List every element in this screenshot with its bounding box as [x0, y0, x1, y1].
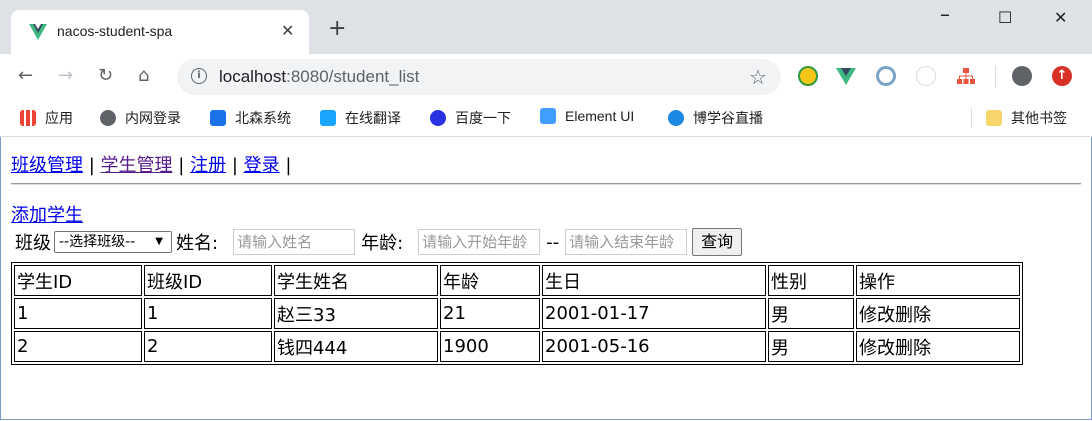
vue-devtools-icon[interactable]	[836, 66, 856, 86]
nav-separator: |	[285, 155, 292, 176]
header-class-id: 班级ID	[144, 265, 272, 296]
class-select[interactable]: --选择班级-- ▼	[54, 231, 172, 253]
sitemap-icon[interactable]	[956, 66, 976, 86]
header-actions: 操作	[856, 265, 1020, 296]
reload-icon[interactable]: ↻	[98, 66, 113, 86]
bookmark-translate[interactable]: 在线翻译	[320, 108, 401, 128]
header-student-name: 学生姓名	[274, 265, 438, 296]
filter-bar: 班级 --选择班级-- ▼ 姓名: 请输入姓名 年龄: 请输入开始年龄 -- 请…	[15, 228, 743, 256]
cell-class-id: 2	[144, 331, 272, 362]
name-input[interactable]: 请输入姓名	[233, 229, 356, 255]
bookmark-divider	[971, 108, 972, 128]
nav-class-management[interactable]: 班级管理	[11, 155, 83, 176]
header-gender: 性别	[768, 265, 854, 296]
age-start-input[interactable]: 请输入开始年龄	[418, 229, 541, 255]
edit-link[interactable]: 修改	[859, 338, 895, 359]
tab-close-icon[interactable]: ✕	[281, 21, 294, 40]
top-nav: 班级管理 | 学生管理 | 注册 | 登录 |	[11, 151, 291, 177]
add-student-link[interactable]: 添加学生	[11, 201, 83, 227]
age-end-input[interactable]: 请输入结束年龄	[565, 229, 688, 255]
info-icon[interactable]: i	[191, 68, 207, 84]
name-label: 姓名:	[176, 233, 219, 254]
header-age: 年龄	[440, 265, 540, 296]
element-ui-icon	[540, 108, 556, 124]
bookmark-intranet[interactable]: 内网登录	[100, 108, 181, 128]
delete-link[interactable]: 删除	[895, 305, 931, 326]
extension-ring-icon[interactable]	[876, 66, 896, 86]
nav-separator: |	[231, 155, 238, 176]
nav-register[interactable]: 注册	[190, 155, 226, 176]
close-window-icon[interactable]: ✕	[1054, 8, 1067, 27]
header-student-id: 学生ID	[14, 265, 142, 296]
age-label: 年龄:	[361, 233, 404, 254]
info-bookmark-icon	[210, 110, 226, 126]
delete-link[interactable]: 删除	[895, 338, 931, 359]
forward-icon[interactable]: →	[58, 66, 73, 86]
age-range-dash: --	[546, 231, 560, 253]
table-row: 1 1 赵三33 21 2001-01-17 男 修改删除	[14, 298, 1020, 329]
maximize-icon[interactable]: ☐	[998, 8, 1012, 27]
cell-student-name: 赵三33	[274, 298, 438, 329]
tab-title: nacos-student-spa	[57, 23, 173, 39]
react-devtools-icon[interactable]	[916, 66, 936, 86]
nav-separator: |	[178, 155, 185, 176]
cell-actions: 修改删除	[856, 298, 1020, 329]
cell-student-id: 1	[14, 298, 142, 329]
baidu-paw-icon	[430, 110, 446, 126]
url-text: localhost:8080/student_list	[219, 67, 420, 86]
browser-toolbar: ← → ↻ ⌂ i localhost:8080/student_list ☆ …	[0, 54, 1092, 100]
folder-icon	[986, 110, 1002, 126]
student-table: 学生ID 班级ID 学生姓名 年龄 生日 性别 操作 1 1 赵三33 21 2…	[11, 262, 1023, 365]
bookmark-star-icon[interactable]: ☆	[749, 65, 767, 89]
bookmark-beisen[interactable]: 北森系统	[210, 108, 291, 128]
cell-student-id: 2	[14, 331, 142, 362]
minimize-icon[interactable]: –	[940, 2, 950, 26]
browser-tab[interactable]: nacos-student-spa ✕	[11, 10, 309, 54]
bookmark-boxuegu[interactable]: 博学谷直播	[668, 108, 763, 128]
nav-login[interactable]: 登录	[244, 155, 280, 176]
update-icon[interactable]: ↑	[1052, 66, 1072, 86]
globe-icon	[100, 110, 116, 126]
tab-strip: nacos-student-spa ✕ + – ☐ ✕	[0, 0, 1092, 54]
translate-d-icon	[320, 110, 336, 126]
cell-birthday: 2001-01-17	[542, 298, 766, 329]
table-row: 2 2 钱四444 1900 2001-05-16 男 修改删除	[14, 331, 1020, 362]
toolbar-divider	[995, 66, 996, 88]
cell-gender: 男	[768, 331, 854, 362]
cell-student-name: 钱四444	[274, 331, 438, 362]
class-label: 班级	[15, 233, 51, 254]
nav-separator: |	[88, 155, 95, 176]
vue-logo-icon	[29, 24, 47, 40]
profile-avatar-icon[interactable]	[1012, 66, 1032, 86]
cell-age: 21	[440, 298, 540, 329]
table-header-row: 学生ID 班级ID 学生姓名 年龄 生日 性别 操作	[14, 265, 1020, 296]
address-bar[interactable]: i localhost:8080/student_list ☆	[177, 59, 781, 95]
query-button[interactable]: 查询	[692, 228, 743, 256]
edit-link[interactable]: 修改	[859, 305, 895, 326]
page-content: 班级管理 | 学生管理 | 注册 | 登录 | 添加学生 班级 --选择班级--…	[0, 137, 1092, 421]
bookmark-baidu[interactable]: 百度一下	[430, 108, 511, 128]
chevron-down-icon: ▼	[155, 236, 163, 247]
header-birthday: 生日	[542, 265, 766, 296]
home-icon[interactable]: ⌂	[138, 66, 149, 86]
back-icon[interactable]: ←	[18, 66, 33, 86]
cell-actions: 修改删除	[856, 331, 1020, 362]
extension-icon[interactable]	[798, 66, 818, 86]
bookmarks-bar: 应用 内网登录 北森系统 在线翻译 百度一下 Element UI 博学谷直播 …	[0, 100, 1092, 137]
divider	[11, 183, 1081, 185]
bookmark-apps[interactable]: 应用	[20, 108, 73, 128]
bookmark-other[interactable]: 其他书签	[986, 108, 1067, 128]
cell-age: 1900	[440, 331, 540, 362]
boxuegu-icon	[668, 110, 684, 126]
cell-birthday: 2001-05-16	[542, 331, 766, 362]
new-tab-icon[interactable]: +	[328, 18, 346, 40]
apps-grid-icon	[20, 110, 36, 126]
bookmark-element-ui[interactable]: Element UI	[540, 108, 634, 124]
cell-class-id: 1	[144, 298, 272, 329]
cell-gender: 男	[768, 298, 854, 329]
class-select-value: --选择班级--	[59, 234, 136, 250]
nav-student-management[interactable]: 学生管理	[101, 155, 173, 176]
